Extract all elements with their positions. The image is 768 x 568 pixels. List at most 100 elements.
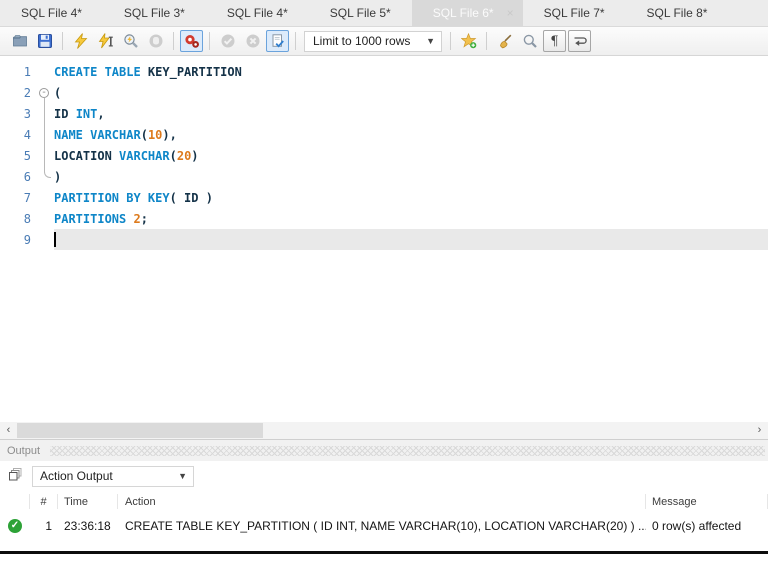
scroll-left-button[interactable]: ‹ [0,422,17,439]
editor-toolbar: Limit to 1000 rows ▼ ¶ [0,27,768,56]
code-line[interactable]: 9 [0,229,768,250]
save-icon [37,33,53,49]
wrap-text-button[interactable] [568,30,591,52]
find-icon [522,33,538,49]
tab-sql-file-4[interactable]: SQL File 4* [0,0,103,26]
tab-label: SQL File 3* [123,6,185,20]
fold-column [36,61,54,82]
tab-sql-file-8[interactable]: SQL File 8* [626,0,729,26]
token-pl: ( [54,85,62,100]
line-number: 3 [23,106,31,121]
save-snippet-icon [460,33,477,49]
tab-sql-file-7[interactable]: SQL File 7* [523,0,626,26]
save-button[interactable] [33,30,56,52]
chevron-down-icon: ▼ [426,36,435,46]
fold-column [36,166,54,187]
toggle-autocommit-icon [270,33,286,49]
stop-button[interactable] [144,30,167,52]
output-panel-title: Output [7,444,41,457]
token-id: KEY_PARTITION [147,64,242,79]
sql-editor[interactable]: 1 CREATE TABLE KEY_PARTITION 2-(3 ID INT, 4 N… [0,56,768,422]
tab-sql-file-6[interactable]: SQL File 6* × [411,0,523,26]
fold-collapse-icon[interactable]: - [39,87,49,98]
fold-column [36,208,54,229]
output-table-body: ✓ 1 23:36:18 CREATE TABLE KEY_PARTITION ( I… [0,512,768,539]
fold-guide-line [44,103,45,124]
save-snippet-button[interactable] [457,30,480,52]
fold-guide-line [44,145,45,166]
rollback-button[interactable] [241,30,264,52]
output-view-value: Action Output [40,469,113,483]
line-number: 4 [23,127,31,142]
code-text: LOCATION VARCHAR(20) [54,145,768,166]
code-text: ( [54,82,768,103]
panel-splitter-handle[interactable] [50,445,765,456]
horizontal-scrollbar[interactable]: ‹ › [0,422,768,439]
token-pl: ) [198,190,213,205]
toolbar-separator [173,32,174,50]
line-number: 6 [23,169,31,184]
output-panel-header: Output [0,439,768,461]
find-button[interactable] [518,30,541,52]
execute-icon [73,33,89,49]
token-pl: ) [54,169,62,184]
commit-button[interactable] [216,30,239,52]
scrollbar-track[interactable] [17,422,751,439]
code-line[interactable]: 7 PARTITION BY KEY( ID ) [0,187,768,208]
token-pl: ( [169,190,185,205]
line-number: 9 [23,232,31,247]
output-row[interactable]: ✓ 1 23:36:18 CREATE TABLE KEY_PARTITION ( I… [0,512,768,539]
code-text: ) [54,166,768,187]
token-id: ID [54,106,76,121]
beautify-button[interactable] [493,30,516,52]
execute-current-button[interactable] [94,30,117,52]
code-line[interactable]: 4 NAME VARCHAR(10), [0,124,768,145]
tab-bar: SQL File 4* SQL File 3* SQL File 4* SQL Fil… [0,0,768,27]
execute-button[interactable] [69,30,92,52]
code-text: CREATE TABLE KEY_PARTITION [54,61,768,82]
row-index: 1 [45,518,52,533]
tab-label: SQL File 8* [646,6,708,20]
wrap-text-icon [572,33,588,49]
code-line[interactable]: 5 LOCATION VARCHAR(20) [0,145,768,166]
tab-label: SQL File 6* [432,6,494,20]
scrollbar-thumb[interactable] [17,423,263,438]
code-line[interactable]: 1 CREATE TABLE KEY_PARTITION [0,61,768,82]
tab-sql-file-3[interactable]: SQL File 3* [103,0,206,26]
tab-label: SQL File 7* [543,6,605,20]
stacked-pages-icon [7,466,23,487]
explain-button[interactable] [119,30,142,52]
token-kw: VARCHAR [119,148,170,163]
output-view-dropdown[interactable]: Action Output ▼ [32,465,194,487]
token-kw: NAME VARCHAR [54,127,141,142]
line-number: 2 [23,85,31,100]
code-line[interactable]: 8 PARTITIONS 2; [0,208,768,229]
code-text [54,229,768,250]
tab-sql-file-4[interactable]: SQL File 4* [206,0,309,26]
toolbar-separator [209,32,210,50]
scroll-right-button[interactable]: › [751,422,768,439]
close-tab-icon[interactable]: × [507,7,514,19]
toggle-autocommit-button[interactable] [266,30,289,52]
token-kw: INT [75,106,98,121]
toolbar-separator [486,32,487,50]
code-line[interactable]: 6) [0,166,768,187]
code-text: NAME VARCHAR(10), [54,124,768,145]
status-cell: ✓ [0,518,30,533]
invisibles-icon: ¶ [550,34,559,49]
invisibles-button[interactable]: ¶ [543,30,566,52]
code-line[interactable]: 3 ID INT, [0,103,768,124]
toggle-stop-on-error-button[interactable] [180,30,203,52]
toolbar-separator [62,32,63,50]
token-num: 10 [147,127,163,142]
limit-rows-dropdown[interactable]: Limit to 1000 rows ▼ [304,30,442,52]
code-line[interactable]: 2-( [0,82,768,103]
tab-sql-file-5[interactable]: SQL File 5* [309,0,412,26]
limit-rows-value: Limit to 1000 rows [313,34,411,48]
line-number: 5 [23,148,31,163]
open-file-button[interactable] [8,30,31,52]
line-number: 7 [23,190,31,205]
rollback-icon [245,33,261,49]
stop-icon [148,33,164,49]
code-text: PARTITION BY KEY( ID ) [54,187,768,208]
